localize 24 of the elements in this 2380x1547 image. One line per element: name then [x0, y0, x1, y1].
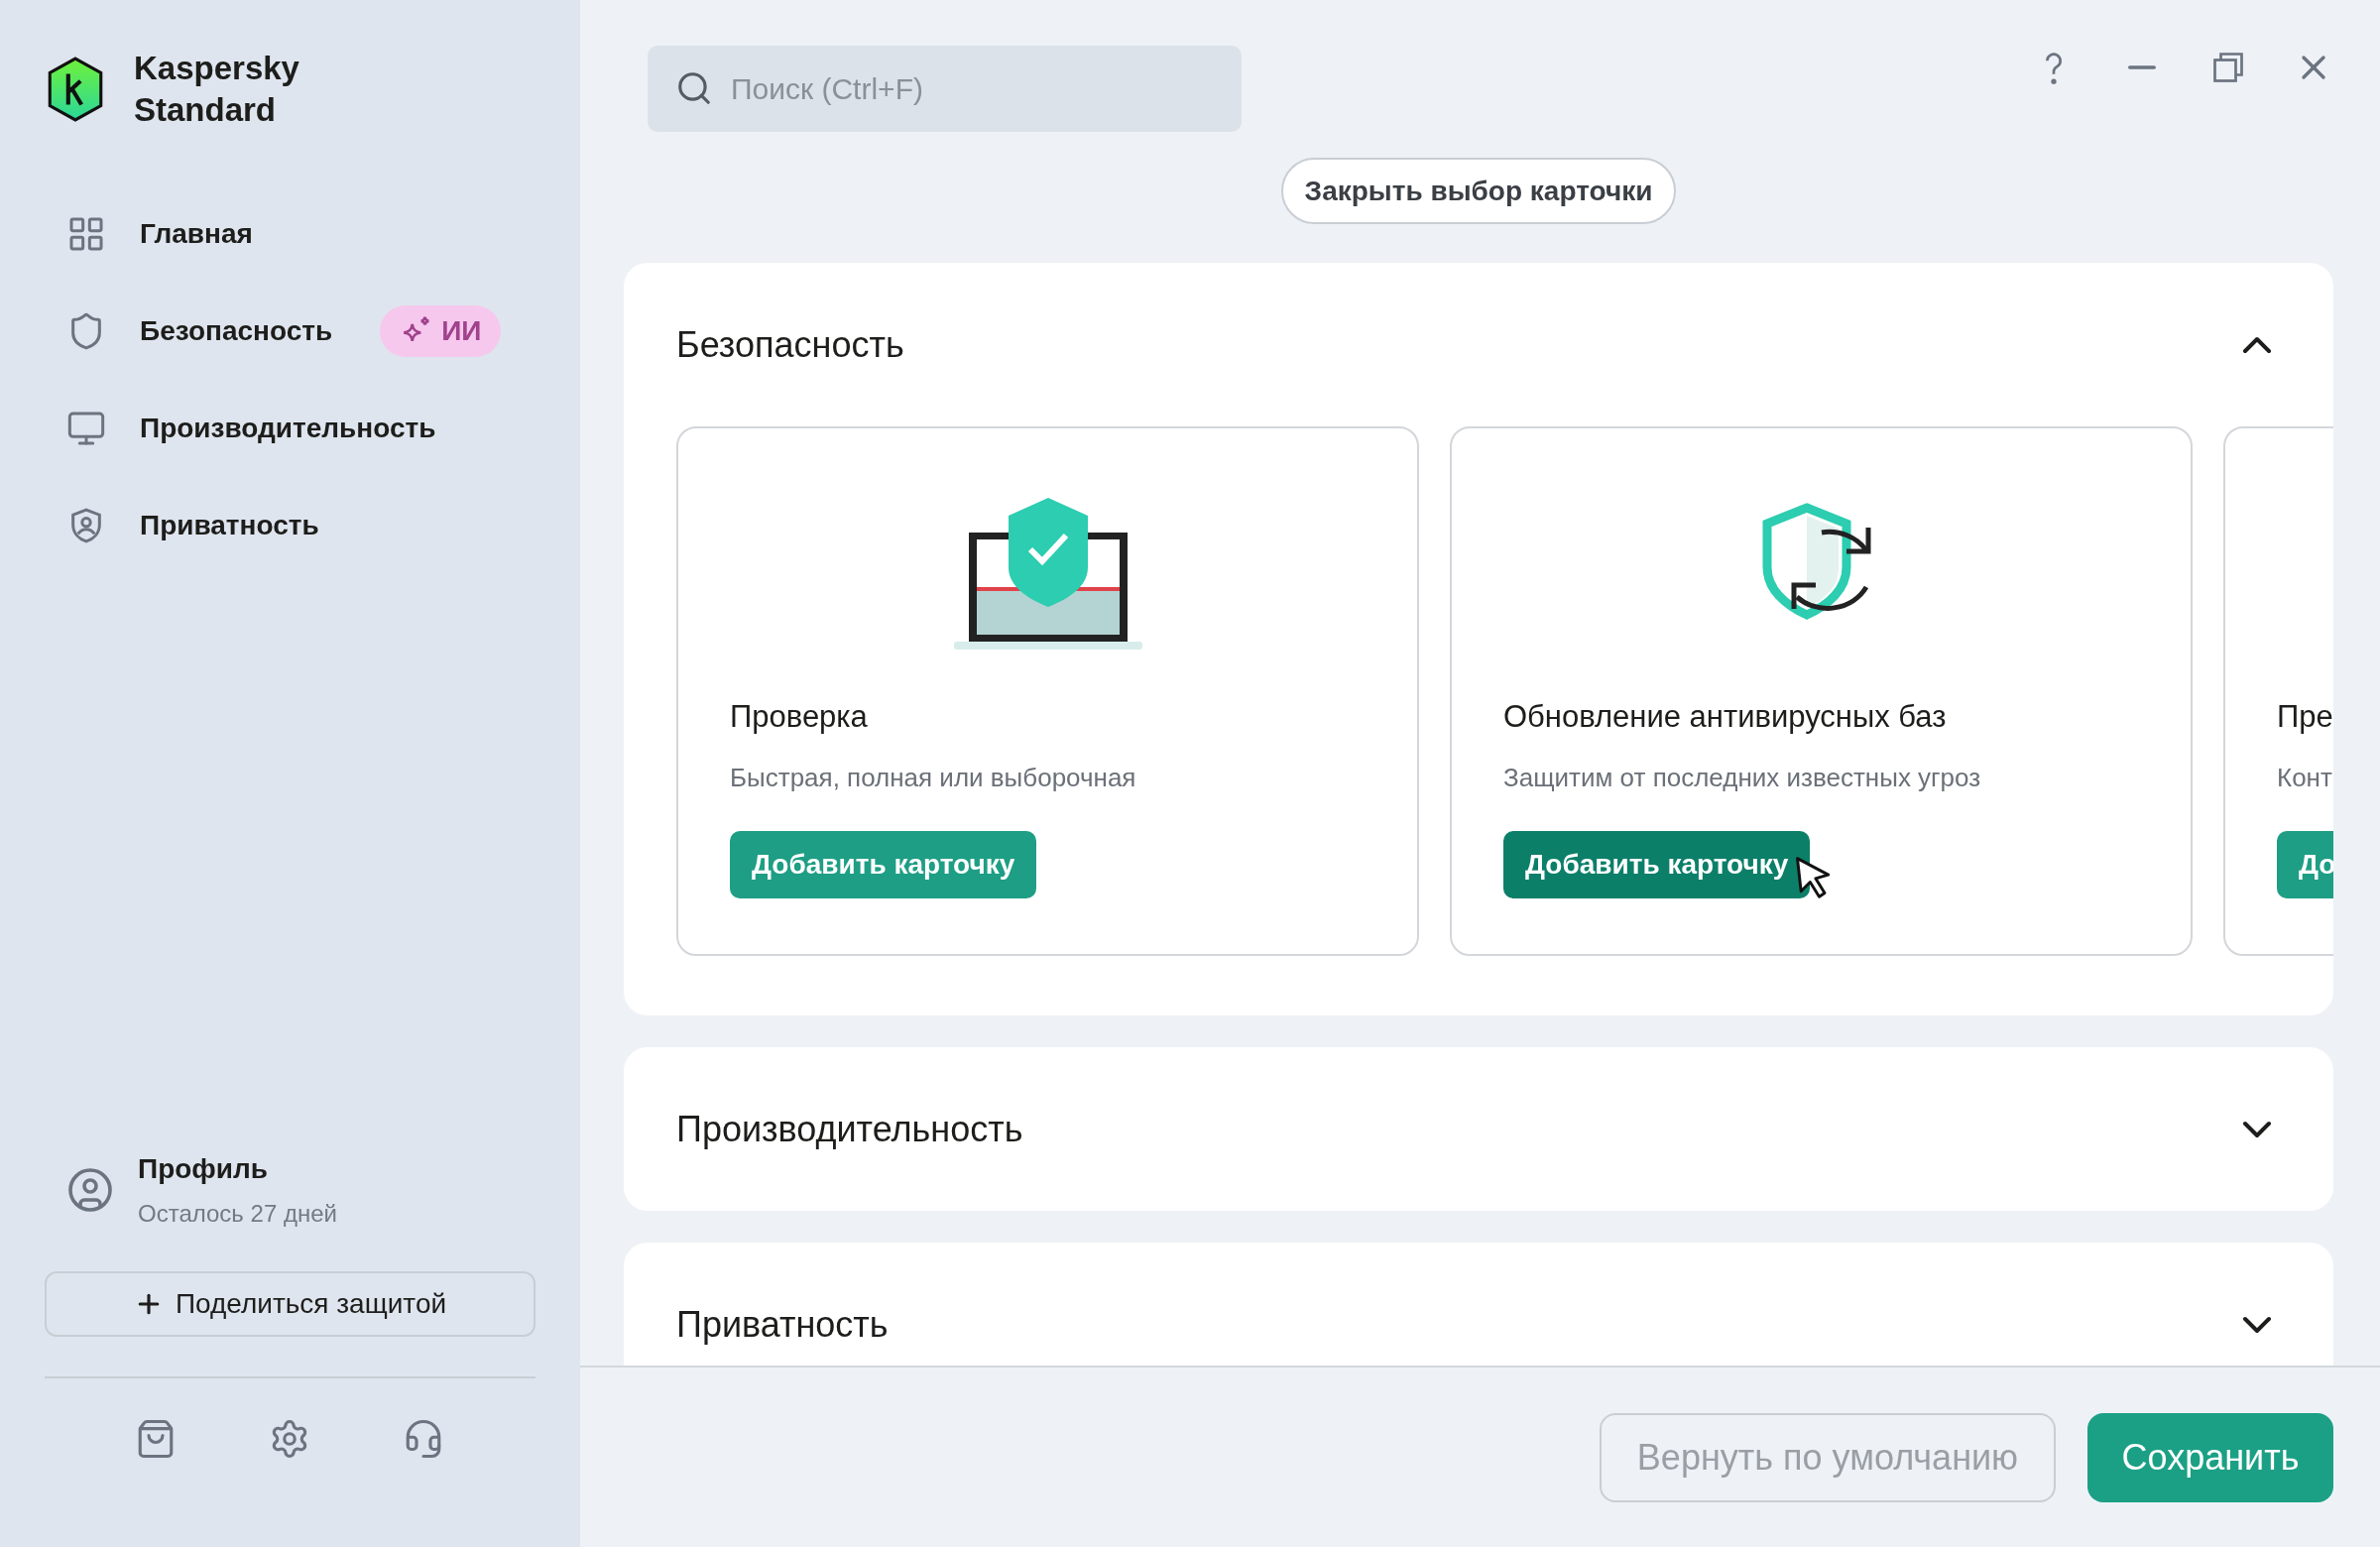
nav-item[interactable]: Производительность	[45, 393, 536, 464]
nav-item[interactable]: Безопасность ИИ	[45, 296, 536, 367]
card-description: Защитим от последних известных угроз	[1503, 761, 1982, 794]
nav-item[interactable]: Главная	[45, 198, 536, 270]
card-description: Быстрая, полная или выборочная	[730, 761, 1137, 794]
ai-badge: ИИ	[380, 305, 502, 357]
search-icon	[675, 69, 713, 107]
add-card-button[interactable]: Добавить карточку	[1503, 830, 1811, 898]
profile-title[interactable]: Профиль	[138, 1148, 337, 1190]
nav-item[interactable]: Приватность	[45, 490, 536, 561]
subscription-days: Осталось 27 дней	[138, 1196, 337, 1232]
card-description: Конт	[2277, 761, 2333, 794]
section-title: Приватность	[676, 1302, 889, 1347]
product-name: Kaspersky Standard	[134, 49, 300, 130]
share-protection-button[interactable]: Поделиться защитой	[45, 1271, 536, 1337]
section-title: Безопасность	[676, 322, 904, 367]
section-title: Производительность	[676, 1107, 1023, 1151]
card-title: Обновление антивирусных баз	[1503, 698, 1948, 736]
search-field[interactable]: Поиск (Ctrl+F)	[648, 46, 1242, 132]
restore-icon[interactable]	[2210, 50, 2246, 85]
card-title: Пре	[2277, 698, 2333, 736]
profile-icon	[66, 1166, 114, 1214]
close-card-selection-button[interactable]: Закрыть выбор карточки	[1280, 158, 1677, 224]
card-title: Проверка	[730, 698, 869, 736]
